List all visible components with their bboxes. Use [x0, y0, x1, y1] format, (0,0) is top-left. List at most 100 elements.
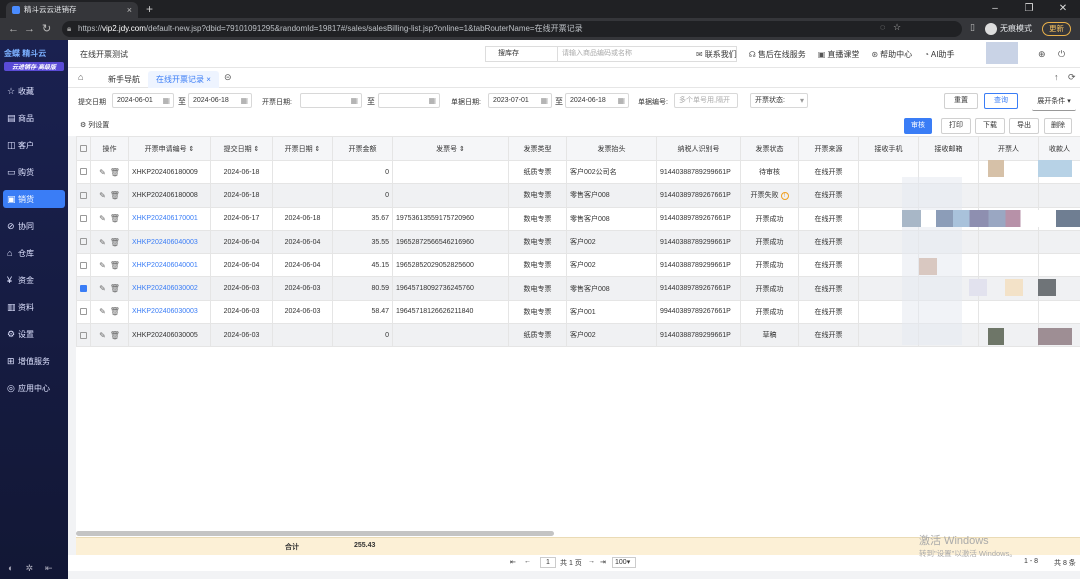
col-header[interactable]: 提交日期 ⇕ [210, 136, 273, 161]
row-checkbox[interactable] [76, 159, 91, 185]
address-bar[interactable]: 🔒︎ https://vip2.jdy.com/default-new.jsp?d… [62, 21, 962, 37]
sidebar-toggle-icon[interactable]: ▯ [970, 22, 975, 33]
edit-icon[interactable]: ✎ [99, 214, 106, 223]
trash-icon[interactable]: 🗑︎ [110, 261, 120, 270]
edit-icon[interactable]: ✎ [99, 261, 106, 270]
expand-conditions-button[interactable]: 展开条件 ▾ [1032, 95, 1076, 111]
sidebar-item-purchase[interactable]: ▭ 购货 [3, 163, 65, 181]
delete-button[interactable]: 删除 [1044, 118, 1072, 134]
edit-icon[interactable]: ✎ [99, 284, 106, 293]
approve-button[interactable]: 审核 [904, 118, 932, 134]
page-size-select[interactable]: 100▾ [612, 557, 636, 568]
maximize-icon[interactable]: ❐ [1012, 0, 1046, 18]
close-tab-small-icon[interactable]: × [206, 75, 211, 84]
star-icon[interactable]: ☆ [893, 22, 901, 33]
user-avatar-blurred[interactable] [986, 42, 1018, 64]
trash-icon[interactable]: 🗑︎ [110, 191, 120, 200]
browser-tab[interactable]: 精斗云云进销存 × [6, 2, 138, 18]
cell-request-no[interactable]: XHKP202406040001 [128, 253, 211, 278]
sidebar-item-goods[interactable]: ▤ 商品 [3, 109, 65, 127]
home-icon[interactable]: ⌂ [78, 72, 83, 82]
col-header[interactable]: 开票日期 ⇕ [272, 136, 333, 161]
aftersale-link[interactable]: ☊ 售后在线服务 [749, 49, 806, 60]
print-button[interactable]: 打印 [941, 118, 971, 134]
edit-icon[interactable]: ✎ [99, 331, 106, 340]
cell-request-no[interactable]: XHKP202406040003 [128, 229, 211, 255]
close-tab-icon[interactable]: × [127, 2, 132, 18]
sidebar-item-customers[interactable]: ◫ 客户 [3, 136, 65, 154]
trash-icon[interactable]: 🗑︎ [110, 238, 120, 247]
incognito-profile[interactable]: 无痕模式 [985, 21, 1032, 37]
trash-icon[interactable]: 🗑︎ [110, 214, 120, 223]
select-all-checkbox[interactable] [76, 136, 91, 161]
sidebar-item-master-data[interactable]: ▥ 资料 [3, 298, 65, 316]
forward-icon[interactable]: → [24, 21, 35, 37]
tab-more-icon[interactable]: ⊝ [224, 72, 232, 83]
refresh-icon[interactable]: ⟳ [1068, 72, 1076, 83]
sidebar-item-settings[interactable]: ⚙ 设置 [3, 325, 65, 343]
column-settings-button[interactable]: ⚙ 列设置 [80, 120, 109, 130]
collapse-sidebar-icon[interactable]: ⇤ [45, 563, 53, 574]
search-type-select[interactable]: 搜库存 [485, 46, 557, 62]
doc-date-to[interactable]: 2024-06-18 ▦ [565, 93, 629, 108]
edit-icon[interactable]: ✎ [99, 168, 106, 177]
tab-newbie-guide[interactable]: 新手导航 [100, 71, 148, 88]
minimize-icon[interactable]: – [978, 0, 1012, 18]
invoice-date-from[interactable]: ▦ [300, 93, 362, 108]
page-input[interactable]: 1 [540, 557, 556, 568]
sidebar-item-favorites[interactable]: ☆ 收藏 [3, 82, 65, 100]
col-header[interactable]: 开票申请编号 ⇕ [128, 136, 211, 161]
tab-invoice-records[interactable]: 在线开票记录 × [148, 71, 219, 88]
export-button[interactable]: 导出 [1009, 118, 1039, 134]
sidebar-item-funds[interactable]: ¥ 资金 [3, 271, 65, 289]
col-header[interactable]: 发票号 ⇕ [392, 136, 509, 161]
cell-request-no[interactable]: XHKP202406030002 [128, 276, 211, 301]
last-page-icon[interactable]: ⇥ [600, 558, 606, 566]
trash-icon[interactable]: 🗑︎ [110, 307, 120, 316]
warning-icon[interactable]: ! [780, 192, 789, 201]
row-checkbox[interactable] [76, 206, 91, 231]
trash-icon[interactable]: 🗑︎ [110, 331, 120, 340]
status-select[interactable]: 开票状态: ▾ [750, 93, 808, 108]
cell-request-no[interactable]: XHKP202406170001 [128, 206, 211, 231]
ai-assistant-link[interactable]: ◔ AI助手 [924, 49, 954, 60]
power-icon[interactable]: ⏻ [1058, 49, 1065, 60]
invoice-date-to[interactable]: ▦ [378, 93, 440, 108]
query-button[interactable]: 查询 [984, 93, 1018, 109]
row-checkbox[interactable] [76, 183, 91, 208]
submit-date-from[interactable]: 2024-06-01 ▦ [112, 93, 174, 108]
sidebar-item-warehouse[interactable]: ⌂ 仓库 [3, 244, 65, 262]
row-checkbox[interactable] [76, 253, 91, 278]
sidebar-item-value-added[interactable]: ⊞ 增值服务 [3, 352, 65, 370]
row-checkbox[interactable] [76, 229, 91, 255]
settings-gear-icon[interactable]: ✲ [25, 563, 33, 574]
cell-request-no[interactable]: XHKP202406030003 [128, 299, 211, 325]
sidebar-item-collaboration[interactable]: ⊘ 协同 [3, 217, 65, 235]
reload-icon[interactable]: ↻ [42, 21, 51, 37]
download-button[interactable]: 下载 [975, 118, 1005, 134]
row-checkbox[interactable] [76, 299, 91, 325]
sidebar-item-app-center[interactable]: ◎ 应用中心 [3, 379, 65, 397]
update-button[interactable]: 更新 [1042, 22, 1071, 36]
submit-date-to[interactable]: 2024-06-18 ▦ [188, 93, 252, 108]
row-checkbox[interactable] [76, 276, 91, 301]
close-window-icon[interactable]: ✕ [1046, 0, 1080, 18]
horizontal-scrollbar[interactable] [76, 531, 554, 536]
doc-date-from[interactable]: 2023-07-01 ▦ [488, 93, 552, 108]
trash-icon[interactable]: 🗑︎ [110, 168, 120, 177]
help-link[interactable]: ⊛ 帮助中心 [871, 49, 912, 60]
next-page-icon[interactable]: → [588, 558, 595, 565]
edit-icon[interactable]: ✎ [99, 191, 106, 200]
trash-icon[interactable]: 🗑︎ [110, 284, 120, 293]
doc-no-input[interactable]: 多个单号用,隔开 [674, 93, 738, 108]
live-class-link[interactable]: ▣ 直播课堂 [818, 49, 860, 60]
eye-off-icon[interactable]: ◌ [880, 22, 885, 32]
add-icon[interactable]: ⊕ [1038, 49, 1046, 60]
edit-icon[interactable]: ✎ [99, 238, 106, 247]
row-checkbox[interactable] [76, 323, 91, 348]
moon-icon[interactable]: ◐ [8, 563, 13, 574]
first-page-icon[interactable]: ⇤ [510, 558, 516, 566]
scroll-top-icon[interactable]: ↑ [1054, 72, 1059, 82]
edit-icon[interactable]: ✎ [99, 307, 106, 316]
new-tab-icon[interactable]: + [146, 0, 153, 18]
